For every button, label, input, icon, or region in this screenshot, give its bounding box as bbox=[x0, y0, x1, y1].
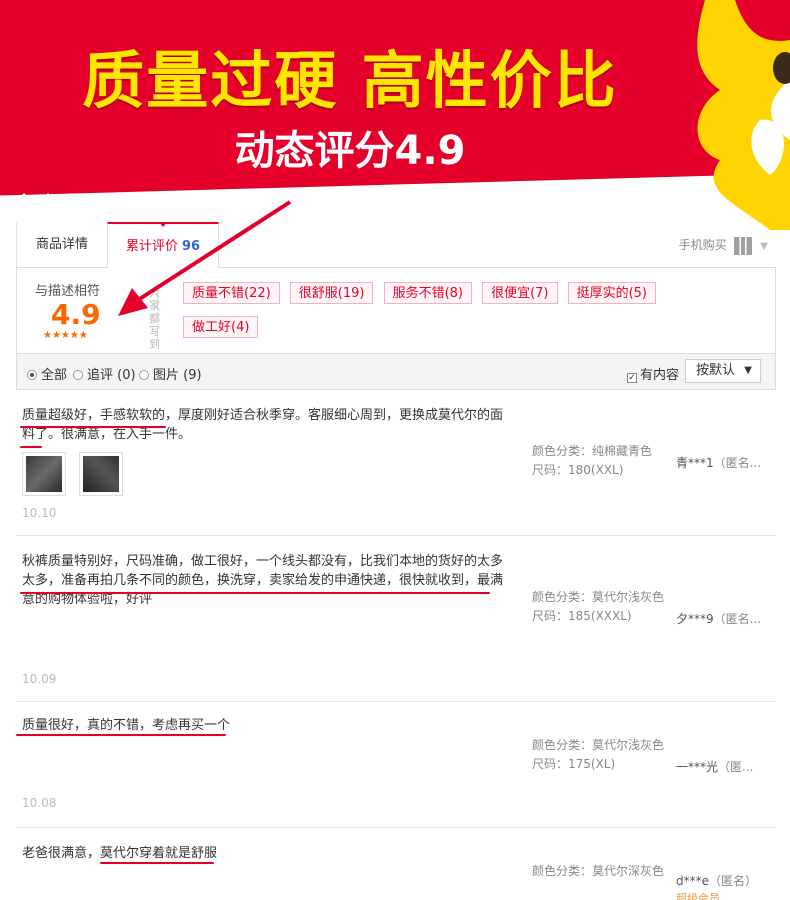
active-tab-indicator bbox=[159, 222, 167, 227]
review-size: 尺码：185(XXXL) bbox=[532, 609, 632, 623]
anonymous-label: （匿... bbox=[718, 760, 754, 774]
promo-banner: 质量过硬 高性价比 动态评分4.9 bbox=[0, 0, 790, 230]
highlight-underline bbox=[20, 592, 490, 594]
review-sku: 颜色分类：莫代尔浅灰色 尺码：185(XXXL) bbox=[532, 588, 664, 626]
highlight-underline bbox=[16, 734, 226, 736]
tab-reviews[interactable]: 累计评价 96 bbox=[107, 222, 219, 269]
review-panel: 商品详情 累计评价 96 手机购买 ▼ 与描述相符 4.9 ★★★★★ 大家都写到… bbox=[16, 222, 776, 900]
banner-subtitle: 动态评分4.9 bbox=[234, 128, 466, 174]
impression-tag[interactable]: 服务不错(8) bbox=[383, 282, 472, 304]
filter-bar: 全部 追评 (0) 图片 (9) ✓ 有内容 按默认 ▼ bbox=[16, 354, 776, 390]
tab-reviews-label: 累计评价 bbox=[125, 239, 178, 254]
tags-side-label: 大家都写到 bbox=[149, 286, 160, 351]
score-label: 与描述相符 bbox=[35, 284, 101, 299]
review-text: 秋裤质量特别好，尺码准确，做工很好，一个线头都没有，比我们本地的货好的太多太多，… bbox=[22, 554, 504, 607]
rating-summary: 与描述相符 4.9 ★★★★★ 大家都写到 质量不错(22) 很舒服(19) 服… bbox=[16, 268, 776, 354]
filter-images[interactable]: 图片 (9) bbox=[139, 364, 202, 383]
review-sku: 颜色分类：莫代尔浅灰色 尺码：175(XL) bbox=[532, 736, 664, 774]
highlight-underline bbox=[20, 446, 42, 448]
review-date: 10.09 bbox=[22, 672, 57, 686]
review-sku: 颜色分类：莫代尔深灰色 bbox=[532, 862, 664, 881]
review-color: 颜色分类：纯棉藏青色 bbox=[532, 444, 653, 458]
review-user: 夕***9（匿名... bbox=[676, 610, 776, 627]
impression-tag[interactable]: 很便宜(7) bbox=[482, 282, 558, 304]
user-name: d***e bbox=[676, 874, 709, 888]
review-color: 颜色分类：莫代尔深灰色 bbox=[532, 864, 665, 878]
tab-product-detail-label: 商品详情 bbox=[35, 237, 88, 252]
review-text: 质量超级好，手感软软的，厚度刚好适合秋季穿。客服细心周到，更换成莫代尔的面料了。… bbox=[22, 408, 504, 442]
member-level-badge: 超级会员 bbox=[676, 892, 720, 900]
has-content-label: 有内容 bbox=[640, 368, 680, 383]
impression-tags: 质量不错(22) 很舒服(19) 服务不错(8) 很便宜(7) 挺厚实的(5) … bbox=[183, 282, 743, 350]
review-date: 10.08 bbox=[22, 796, 57, 810]
impression-tag[interactable]: 做工好(4) bbox=[183, 316, 259, 338]
review-size: 尺码：175(XL) bbox=[532, 757, 616, 771]
banner-title: 质量过硬 高性价比 bbox=[82, 44, 618, 117]
filter-append-label: 追评 (0) bbox=[87, 368, 136, 383]
filter-all-label: 全部 bbox=[41, 368, 68, 383]
mobile-buy-label: 手机购买 bbox=[678, 238, 727, 252]
anonymous-label: （匿名... bbox=[713, 456, 762, 470]
highlight-underline bbox=[20, 426, 166, 428]
impression-tag[interactable]: 质量不错(22) bbox=[183, 282, 280, 304]
user-name: 夕***9 bbox=[676, 612, 714, 626]
review-text: 老爸很满意，莫代尔穿着就是舒服 bbox=[22, 846, 218, 861]
chevron-down-icon: ▼ bbox=[744, 365, 752, 376]
review-item: 秋裤质量特别好，尺码准确，做工很好，一个线头都没有，比我们本地的货好的太多太多，… bbox=[16, 536, 776, 702]
filter-append[interactable]: 追评 (0) bbox=[73, 364, 136, 383]
review-user: d***e（匿名） bbox=[676, 872, 776, 889]
user-name: 一***光 bbox=[676, 760, 719, 774]
user-name: 青***1 bbox=[676, 456, 714, 470]
review-photo[interactable] bbox=[22, 452, 66, 496]
review-text: 质量很好，真的不错，考虑再买一个 bbox=[22, 718, 231, 733]
checkbox-checked-icon: ✓ bbox=[627, 373, 637, 383]
star-rating: ★★★★★ bbox=[43, 330, 88, 341]
mobile-buy-button[interactable]: 手机购买 ▼ bbox=[679, 222, 768, 268]
highlight-underline bbox=[100, 862, 214, 864]
review-user: 青***1（匿名... bbox=[676, 454, 776, 471]
impression-tag[interactable]: 挺厚实的(5) bbox=[567, 282, 657, 304]
chevron-down-icon: ▼ bbox=[760, 241, 768, 252]
radio-selected-icon bbox=[27, 370, 37, 380]
tab-product-detail[interactable]: 商品详情 bbox=[17, 222, 107, 268]
review-user: 一***光（匿... bbox=[676, 758, 776, 775]
sort-dropdown[interactable]: 按默认 ▼ bbox=[685, 359, 761, 383]
review-date: 10.10 bbox=[22, 506, 57, 520]
review-item: 质量很好，真的不错，考虑再买一个 10.08 颜色分类：莫代尔浅灰色 尺码：17… bbox=[16, 702, 776, 828]
radio-icon bbox=[73, 370, 83, 380]
filter-images-label: 图片 (9) bbox=[153, 368, 202, 383]
radio-icon bbox=[139, 370, 149, 380]
review-item: 质量超级好，手感软软的，厚度刚好适合秋季穿。客服细心周到，更换成莫代尔的面料了。… bbox=[16, 390, 776, 536]
review-photo[interactable] bbox=[79, 452, 124, 496]
review-sku: 颜色分类：纯棉藏青色 尺码：180(XXL) bbox=[532, 442, 664, 480]
filter-all[interactable]: 全部 bbox=[27, 364, 67, 383]
anonymous-label: （匿名... bbox=[713, 612, 762, 626]
impression-tag[interactable]: 很舒服(19) bbox=[289, 282, 374, 304]
sort-label: 按默认 bbox=[696, 363, 736, 378]
has-content-checkbox[interactable]: ✓ 有内容 bbox=[627, 364, 679, 383]
score-value: 4.9 bbox=[51, 298, 101, 331]
review-size: 尺码：180(XXL) bbox=[532, 463, 624, 477]
review-item: 老爸很满意，莫代尔穿着就是舒服 颜色分类：莫代尔深灰色 d***e（匿名） 超级… bbox=[16, 828, 776, 900]
tab-bar: 商品详情 累计评价 96 手机购买 ▼ bbox=[16, 222, 776, 269]
review-count: 96 bbox=[181, 239, 201, 254]
review-color: 颜色分类：莫代尔浅灰色 bbox=[532, 738, 665, 752]
review-color: 颜色分类：莫代尔浅灰色 bbox=[532, 590, 665, 604]
review-photos bbox=[22, 452, 131, 500]
anonymous-label: （匿名） bbox=[709, 874, 758, 888]
qr-code-icon bbox=[734, 236, 753, 255]
